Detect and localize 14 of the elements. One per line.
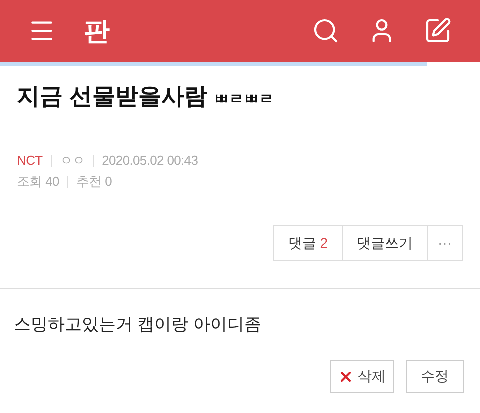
recommend-count: 추천 0 xyxy=(76,173,112,191)
post-date: 2020.05.02 00:43 xyxy=(102,152,198,170)
edit-button[interactable]: 수정 xyxy=(406,360,464,393)
post-title: 지금 선물받을사람 ㅃㄹㅃㄹ xyxy=(17,82,275,111)
write-comment-button[interactable]: 댓글쓰기 xyxy=(343,226,428,260)
comment-text: 스밍하고있는거 캡이랑 아이디좀 xyxy=(14,314,262,336)
comments-button[interactable]: 댓글 2 xyxy=(274,226,343,260)
write-icon[interactable] xyxy=(424,17,452,45)
category-link[interactable]: NCT xyxy=(17,151,43,171)
search-icon[interactable] xyxy=(312,17,340,45)
delete-button[interactable]: 삭제 xyxy=(330,360,394,393)
author-name: ㅇㅇ xyxy=(60,152,86,170)
site-logo[interactable]: 판 xyxy=(84,18,110,44)
view-count: 조회 40 xyxy=(17,173,60,191)
